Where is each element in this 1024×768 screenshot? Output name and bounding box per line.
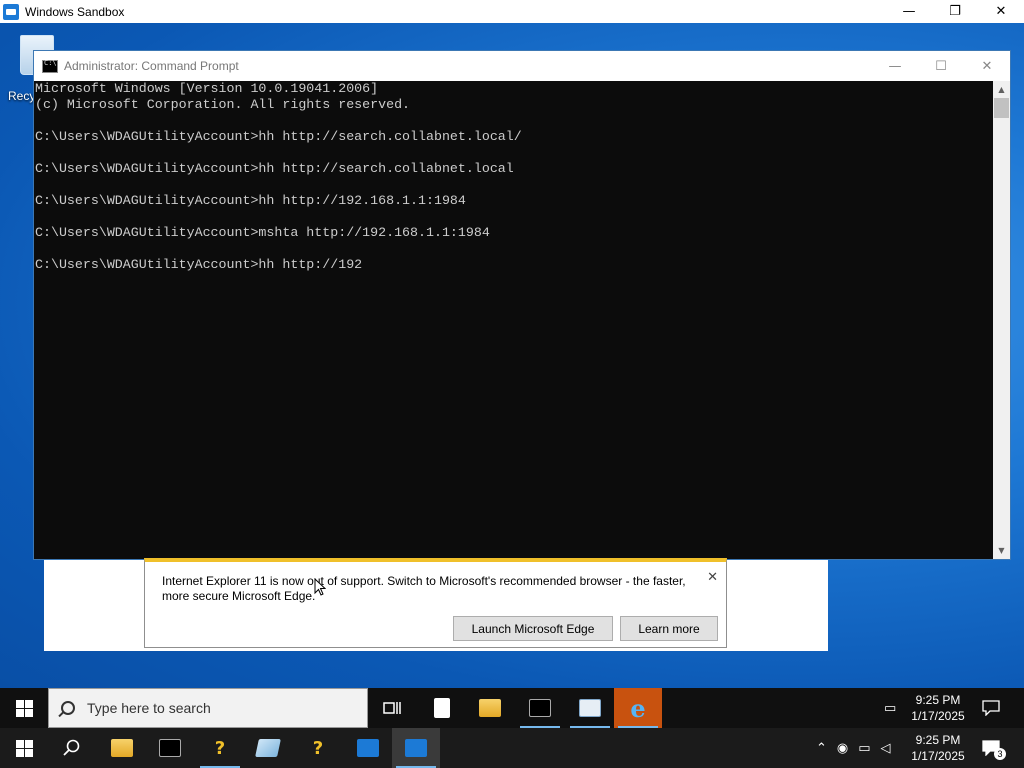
close-icon[interactable]: ✕ [707, 570, 718, 585]
host-start-button[interactable] [0, 728, 48, 768]
console-line: C:\Users\WDAGUtilityAccount>mshta http:/… [35, 225, 490, 240]
cmd-window-title: Administrator: Command Prompt [64, 59, 239, 73]
command-prompt-window[interactable]: Administrator: Command Prompt — ☐ ✕ Micr… [33, 50, 1011, 560]
windows-logo-icon [15, 739, 33, 757]
edit-tool-icon[interactable] [244, 728, 292, 768]
file-explorer-icon[interactable] [466, 688, 514, 728]
ie-notice-message: Internet Explorer 11 is now out of suppo… [162, 574, 686, 603]
ie-support-notification: Internet Explorer 11 is now out of suppo… [144, 558, 727, 648]
sandbox-window-controls: — ❐ ✕ [886, 0, 1024, 23]
launch-edge-button[interactable]: Launch Microsoft Edge [453, 616, 613, 641]
help-tool-icon[interactable]: ? [196, 728, 244, 768]
command-prompt-icon [42, 59, 58, 73]
scroll-down-icon[interactable]: ▼ [993, 542, 1010, 559]
start-button[interactable] [0, 688, 48, 728]
console-line: Microsoft Windows [Version 10.0.19041.20… [35, 81, 379, 96]
host-clock[interactable]: 9:25 PM 1/17/2025 [906, 732, 970, 764]
search-placeholder: Type here to search [87, 700, 211, 716]
sandbox-icon[interactable] [344, 728, 392, 768]
chevron-up-icon[interactable]: ⌃ [816, 741, 827, 756]
clock-time: 9:25 PM [915, 733, 961, 747]
search-icon [61, 701, 75, 715]
cmd-vertical-scrollbar[interactable]: ▲ ▼ [993, 81, 1010, 559]
sandbox-close-button[interactable]: ✕ [978, 0, 1024, 23]
taskbar-search-box[interactable]: Type here to search [48, 688, 368, 728]
task-view-icon[interactable] [368, 688, 416, 728]
console-line: C:\Users\WDAGUtilityAccount>hh http://19… [35, 193, 466, 208]
host-tray: ⌃ ◉ ▭ ◁ [816, 728, 891, 768]
command-prompt-icon[interactable] [516, 688, 564, 728]
mouse-pointer-icon [314, 578, 326, 596]
sandbox-clock[interactable]: 9:25 PM 1/17/2025 [906, 692, 970, 724]
network-icon[interactable]: ▭ [858, 741, 870, 756]
internet-explorer-icon[interactable]: e [614, 688, 662, 728]
sandbox-tray: ▭ [884, 688, 896, 728]
sandbox-desktop: Recy Administrator: Command Prompt — ☐ ✕… [0, 23, 1024, 688]
notepad-icon[interactable] [566, 688, 614, 728]
scroll-up-icon[interactable]: ▲ [993, 81, 1010, 98]
document-icon[interactable] [418, 688, 466, 728]
console-input-line[interactable]: C:\Users\WDAGUtilityAccount>hh http://19… [35, 257, 994, 273]
clock-date: 1/17/2025 [911, 749, 965, 763]
console-line: C:\Users\WDAGUtilityAccount>hh http://se… [35, 161, 514, 176]
action-center-icon[interactable] [982, 688, 1000, 728]
learn-more-button[interactable]: Learn more [620, 616, 718, 641]
console-line: (c) Microsoft Corporation. All rights re… [35, 97, 411, 112]
sandbox-minimize-button[interactable]: — [886, 0, 932, 23]
cmd-minimize-button[interactable]: — [872, 51, 918, 81]
help-tool-icon[interactable]: ? [294, 728, 342, 768]
console-output[interactable]: Microsoft Windows [Version 10.0.19041.20… [34, 81, 994, 559]
clock-date: 1/17/2025 [911, 709, 965, 723]
network-icon[interactable]: ▭ [884, 701, 896, 716]
sandbox-app-icon [3, 3, 19, 20]
cmd-title-bar[interactable]: Administrator: Command Prompt — ☐ ✕ [34, 51, 1010, 81]
sandbox-title-bar[interactable]: Windows Sandbox — ❐ ✕ [0, 0, 1024, 23]
search-icon[interactable] [48, 728, 96, 768]
notification-count-badge: 3 [994, 748, 1006, 760]
scroll-thumb[interactable] [994, 98, 1009, 118]
action-center-icon[interactable]: 3 [982, 728, 1006, 768]
sandbox-taskbar: Type here to search e ▭ 9:25 PM 1/17/202… [0, 688, 1024, 728]
meet-now-icon[interactable]: ◉ [837, 741, 848, 756]
console-line: C:\Users\WDAGUtilityAccount>hh http://se… [35, 129, 522, 144]
sandbox-icon[interactable] [392, 728, 440, 768]
clock-time: 9:25 PM [915, 693, 961, 707]
sandbox-maximize-button[interactable]: ❐ [932, 0, 978, 23]
volume-muted-icon[interactable]: ◁ [881, 741, 891, 756]
host-taskbar: ? ? ⌃ ◉ ▭ ◁ 9:25 PM 1/17/2025 3 [0, 728, 1024, 768]
command-prompt-icon[interactable] [146, 728, 194, 768]
cmd-maximize-button[interactable]: ☐ [918, 51, 964, 81]
cmd-close-button[interactable]: ✕ [964, 51, 1010, 81]
cmd-window-controls: — ☐ ✕ [872, 51, 1010, 81]
file-explorer-icon[interactable] [98, 728, 146, 768]
windows-logo-icon [15, 699, 33, 717]
recycle-bin-label: Recy [8, 89, 36, 103]
sandbox-window-title: Windows Sandbox [25, 4, 125, 19]
